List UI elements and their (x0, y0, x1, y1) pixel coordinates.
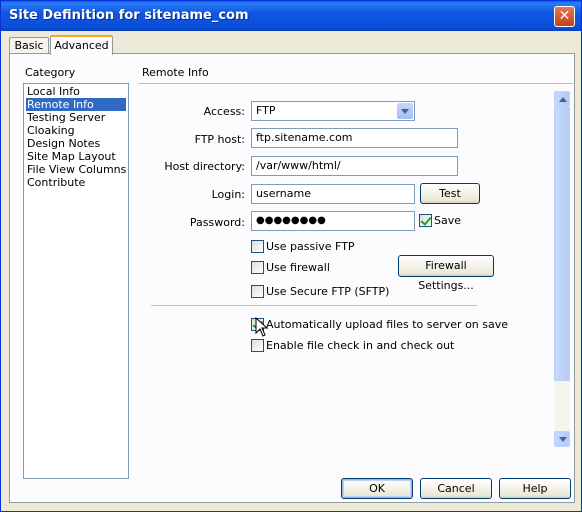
host-directory-label: Host directory: (164, 160, 245, 173)
section-divider (138, 83, 573, 84)
passive-ftp-label: Use passive FTP (266, 240, 355, 253)
category-item-cloaking[interactable]: Cloaking (26, 124, 76, 137)
login-input[interactable]: username (251, 184, 415, 204)
tab-advanced[interactable]: Advanced (50, 35, 113, 55)
scroll-down-icon[interactable] (554, 431, 570, 447)
category-item-testing-server[interactable]: Testing Server (26, 111, 106, 124)
host-directory-input[interactable]: /var/www/html/ (251, 156, 458, 176)
scrollbar-thumb[interactable] (554, 107, 570, 381)
mouse-cursor-icon (255, 317, 269, 337)
category-item-remote-info[interactable]: Remote Info (26, 98, 126, 111)
title-bar[interactable]: Site Definition for sitename_com ✕ (1, 1, 581, 31)
login-label: Login: (211, 188, 245, 201)
category-list[interactable]: Local Info Remote Info Testing Server Cl… (23, 83, 129, 479)
cancel-button[interactable]: Cancel (420, 478, 492, 499)
firewall-checkbox[interactable] (251, 261, 264, 274)
save-password-checkbox[interactable] (419, 214, 432, 227)
access-label: Access: (203, 105, 245, 118)
save-password-label: Save (434, 214, 462, 227)
firewall-settings-button[interactable]: Firewall Settings... (398, 255, 494, 292)
test-button[interactable]: Test (420, 183, 480, 204)
options-divider (151, 305, 477, 307)
tab-basic[interactable]: Basic (9, 37, 49, 54)
category-item-contribute[interactable]: Contribute (26, 176, 86, 189)
category-item-design-notes[interactable]: Design Notes (26, 137, 101, 150)
access-value: FTP (256, 104, 276, 117)
close-icon: ✕ (558, 8, 571, 24)
password-label: Password: (189, 216, 245, 229)
sftp-label: Use Secure FTP (SFTP) (266, 285, 390, 298)
sftp-checkbox[interactable] (251, 285, 264, 298)
ftp-host-label: FTP host: (194, 133, 245, 146)
close-button[interactable]: ✕ (554, 6, 575, 27)
ok-button[interactable]: OK (341, 478, 413, 499)
passive-ftp-checkbox[interactable] (251, 240, 264, 253)
category-item-site-map-layout[interactable]: Site Map Layout (26, 150, 117, 163)
ftp-host-input[interactable]: ftp.sitename.com (251, 128, 458, 148)
category-label: Category (25, 66, 76, 79)
password-input[interactable]: ●●●●●●●● (251, 211, 415, 231)
scroll-up-icon[interactable] (554, 91, 570, 107)
category-item-local-info[interactable]: Local Info (26, 85, 81, 98)
checkin-label: Enable file check in and check out (266, 339, 455, 352)
window-title: Site Definition for sitename_com (9, 8, 249, 23)
category-item-file-view-columns[interactable]: File View Columns (26, 163, 127, 176)
section-title: Remote Info (142, 66, 209, 79)
firewall-label: Use firewall (266, 261, 330, 274)
dialog-window: Site Definition for sitename_com ✕ Basic… (0, 0, 582, 512)
access-select[interactable]: FTP (251, 101, 415, 121)
vertical-scrollbar[interactable] (554, 91, 570, 447)
chevron-down-icon[interactable] (397, 103, 413, 119)
auto-upload-label: Automatically upload files to server on … (266, 318, 509, 331)
help-button[interactable]: Help (499, 478, 571, 499)
checkin-checkbox[interactable] (251, 339, 264, 352)
